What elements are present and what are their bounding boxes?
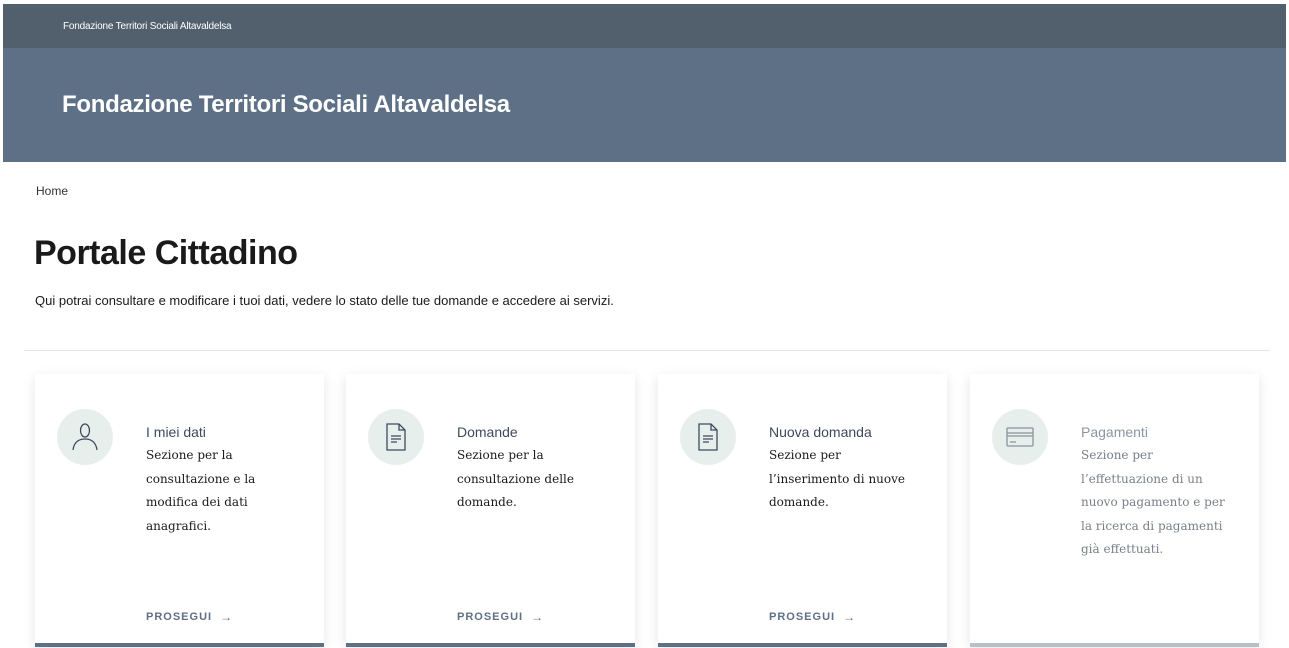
- card-description: Sezione per la consultazione e la modifi…: [146, 448, 256, 533]
- breadcrumb-home[interactable]: Home: [36, 184, 68, 198]
- card-pagamenti: Pagamenti Sezione per l’effettuazione di…: [970, 374, 1259, 647]
- card-title: Nuova domanda: [769, 424, 872, 440]
- link-label: PROSEGUI: [457, 611, 524, 623]
- divider: [24, 350, 1270, 351]
- card-title: Pagamenti: [1081, 424, 1148, 440]
- site-title[interactable]: Fondazione Territori Sociali Altavaldels…: [62, 91, 510, 119]
- card-i-miei-dati[interactable]: I miei dati Sezione per la consultazione…: [35, 374, 324, 647]
- user-icon: [57, 409, 113, 465]
- card-description: Sezione per l’inserimento di nuove doman…: [769, 448, 906, 509]
- credit-card-icon: [992, 409, 1048, 465]
- link-label: PROSEGUI: [769, 611, 836, 623]
- card-title: Domande: [457, 424, 518, 440]
- arrow-right-icon: →: [843, 610, 857, 624]
- document-icon: [368, 409, 424, 465]
- breadcrumb: Home: [36, 184, 68, 198]
- prosegui-link[interactable]: PROSEGUI →: [457, 610, 544, 624]
- page-title: Portale Cittadino: [34, 234, 298, 272]
- top-bar: Fondazione Territori Sociali Altavaldels…: [3, 4, 1286, 48]
- card-domande[interactable]: Domande Sezione per la consultazione del…: [346, 374, 635, 647]
- link-label: PROSEGUI: [146, 611, 213, 623]
- arrow-right-icon: →: [220, 610, 234, 624]
- site-header: Fondazione Territori Sociali Altavaldels…: [3, 48, 1286, 162]
- card-description: Sezione per la consultazione delle doman…: [457, 448, 574, 509]
- card-nuova-domanda[interactable]: Nuova domanda Sezione per l’inserimento …: [658, 374, 947, 647]
- document-icon: [680, 409, 736, 465]
- org-link[interactable]: Fondazione Territori Sociali Altavaldels…: [63, 21, 232, 32]
- card-title: I miei dati: [146, 424, 206, 440]
- prosegui-link[interactable]: PROSEGUI →: [769, 610, 856, 624]
- prosegui-link[interactable]: PROSEGUI →: [146, 610, 233, 624]
- arrow-right-icon: →: [531, 610, 545, 624]
- card-description: Sezione per l’effettuazione di un nuovo …: [1081, 448, 1225, 556]
- page-subtitle: Qui potrai consultare e modificare i tuo…: [35, 293, 614, 308]
